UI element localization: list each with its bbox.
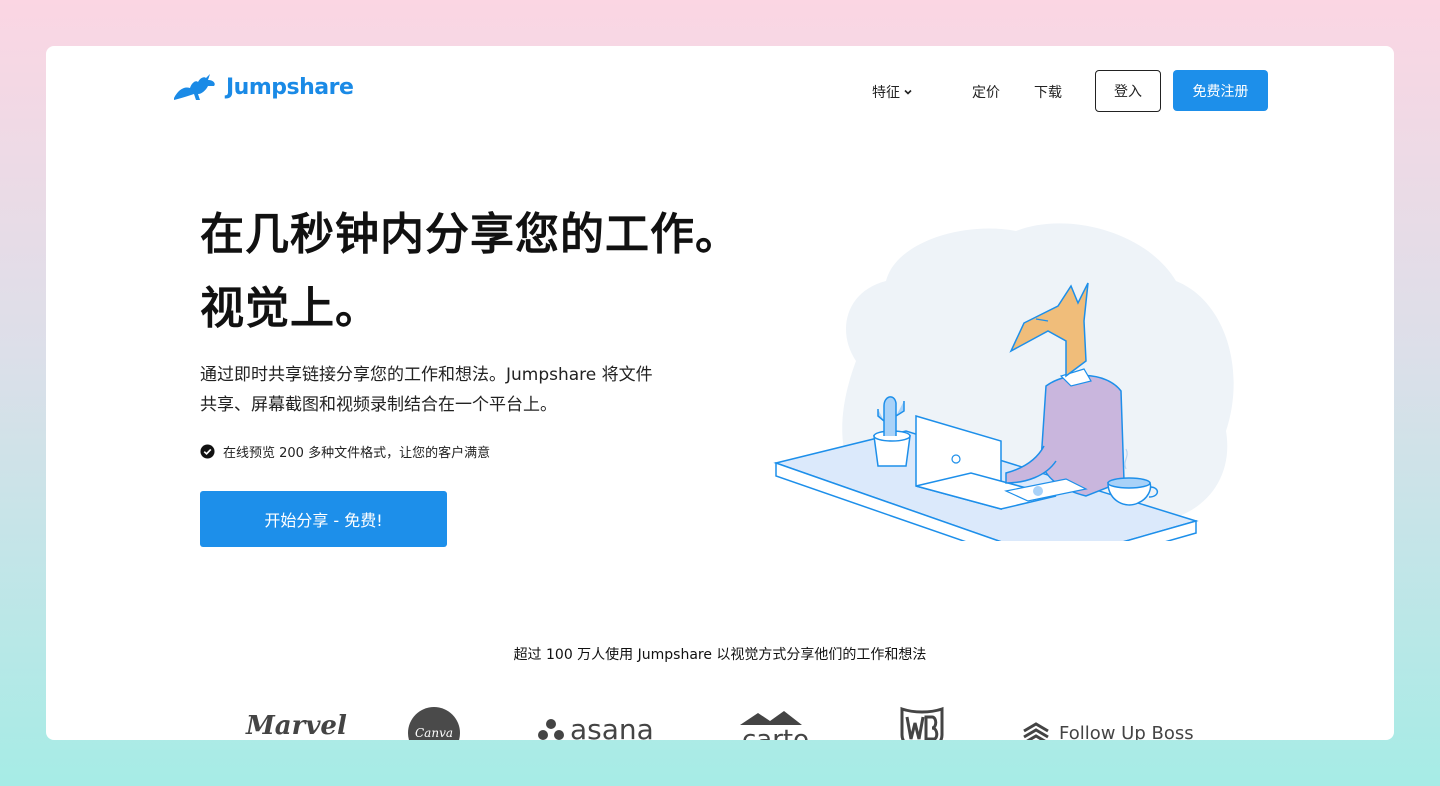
signup-button[interactable]: 免费注册 bbox=[1173, 70, 1268, 111]
hero-description: 通过即时共享链接分享您的工作和想法。Jumpshare 将文件 共享、屏幕截图和… bbox=[200, 360, 700, 420]
chevron-down-icon bbox=[904, 89, 912, 95]
check-circle-icon bbox=[200, 444, 215, 459]
asana-logo: asana bbox=[536, 713, 654, 740]
fub-logo-text: Follow Up Boss bbox=[1059, 722, 1194, 741]
customer-logos: Marvel Canva asana carto Follow Up Boss bbox=[46, 701, 1394, 740]
top-nav: 特征 定价 下载 登入 免费注册 bbox=[46, 70, 1394, 112]
carto-logo-text: carto bbox=[742, 725, 810, 740]
trust-statement: 超过 100 万人使用 Jumpshare 以视觉方式分享他们的工作和想法 bbox=[513, 647, 927, 663]
start-sharing-button[interactable]: 开始分享 - 免费! bbox=[200, 491, 447, 547]
asana-logo-text: asana bbox=[570, 713, 654, 740]
kangaroo-laptop-illustration bbox=[773, 223, 1234, 541]
canva-logo-text: Canva bbox=[415, 726, 453, 740]
hero-title-line2: 视觉上。 bbox=[200, 283, 380, 334]
hero-desc-line2: 共享、屏幕截图和视频录制结合在一个平台上。 bbox=[200, 395, 557, 415]
canva-logo: Canva bbox=[408, 707, 460, 740]
marvel-logo: Marvel bbox=[246, 711, 347, 740]
feature-check: 在线预览 200 多种文件格式，让您的客户满意 bbox=[200, 442, 490, 461]
login-button[interactable]: 登入 bbox=[1095, 70, 1161, 112]
nav-features-label: 特征 bbox=[872, 85, 900, 101]
nav-download[interactable]: 下载 bbox=[1034, 82, 1062, 102]
page-card: Jumpshare 特征 定价 下载 登入 免费注册 在几秒钟内分享您的工作。 … bbox=[46, 46, 1394, 740]
asana-dots-icon bbox=[538, 718, 564, 740]
hero-title-line1: 在几秒钟内分享您的工作。 bbox=[200, 209, 740, 260]
nav-features[interactable]: 特征 bbox=[872, 82, 913, 102]
fub-stack-icon bbox=[1023, 722, 1049, 740]
nav-pricing[interactable]: 定价 bbox=[972, 82, 1000, 102]
feature-text: 在线预览 200 多种文件格式，让您的客户满意 bbox=[223, 446, 491, 461]
warner-bros-logo bbox=[896, 705, 948, 740]
carto-mountain-icon bbox=[740, 711, 802, 725]
carto-logo: carto bbox=[736, 711, 826, 740]
hero-desc-line1: 通过即时共享链接分享您的工作和想法。Jumpshare 将文件 bbox=[200, 365, 653, 385]
hero-title: 在几秒钟内分享您的工作。 视觉上。 bbox=[200, 198, 800, 346]
follow-up-boss-logo: Follow Up Boss bbox=[1021, 721, 1194, 740]
wb-shield-icon bbox=[900, 706, 944, 740]
